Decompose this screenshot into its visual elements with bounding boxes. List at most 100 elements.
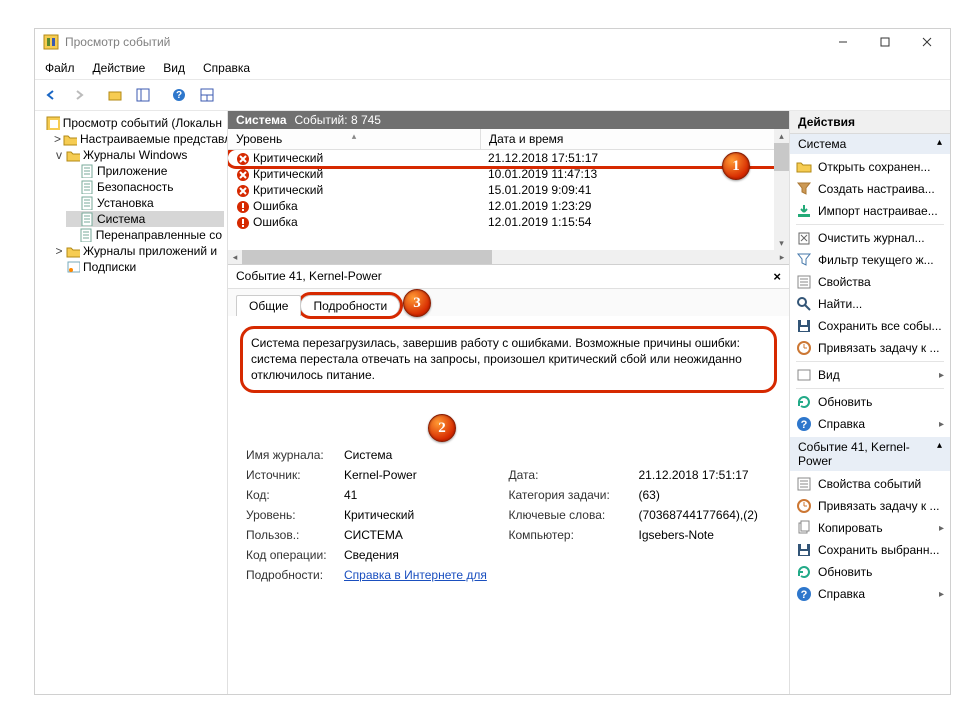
event-row[interactable]: Критический21.12.2018 17:51:17 (228, 150, 789, 166)
event-datetime: 12.01.2019 1:23:29 (480, 198, 789, 214)
forward-button[interactable] (67, 83, 91, 107)
expand-icon[interactable] (54, 260, 64, 274)
toolbar: ? (35, 79, 950, 111)
sort-indicator-icon: ▴ (352, 131, 357, 142)
tab-general[interactable]: Общие (236, 295, 301, 316)
scroll-left-icon[interactable]: ◂ (228, 250, 242, 264)
menu-help[interactable]: Справка (199, 59, 254, 77)
scroll-right-icon[interactable]: ▸ (775, 250, 789, 264)
menu-view[interactable]: Вид (159, 59, 189, 77)
action-item[interactable]: Привязать задачу к ... (792, 495, 948, 517)
action-label: Обновить (818, 395, 872, 409)
tree-item[interactable]: >Журналы приложений и (52, 243, 224, 259)
toolbar-panel-button[interactable] (131, 83, 155, 107)
tree-item[interactable]: >Настраиваемые представл (52, 131, 224, 147)
collapse-icon[interactable]: ▴ (937, 440, 942, 468)
sub-icon (66, 260, 80, 274)
action-item[interactable]: Привязать задачу к ... (792, 337, 948, 359)
tab-details[interactable]: Подробности (300, 295, 400, 316)
event-row[interactable]: Критический15.01.2019 9:09:41 (228, 182, 789, 198)
center-header: Система Событий: 8 745 (228, 111, 789, 129)
tree-item[interactable]: Установка (66, 195, 224, 211)
log-icon (80, 196, 94, 210)
close-button[interactable] (906, 30, 948, 54)
expand-icon[interactable] (68, 180, 78, 194)
action-item[interactable]: Очистить журнал... (792, 227, 948, 249)
tree-item[interactable]: Просмотр событий (Локальн (38, 115, 224, 131)
event-fields: Имя журнала:Система Источник:Kernel-Powe… (240, 439, 777, 585)
action-item[interactable]: Свойства событий (792, 473, 948, 495)
tree-item[interactable]: Система (66, 211, 224, 227)
action-label: Создать настраива... (818, 182, 935, 196)
horizontal-scrollbar[interactable]: ◂ ▸ (228, 250, 789, 264)
action-item[interactable]: Импорт настраивае... (792, 200, 948, 222)
action-item[interactable]: Найти... (792, 293, 948, 315)
scroll-down-icon[interactable]: ▾ (774, 236, 789, 250)
action-item[interactable]: Создать настраива... (792, 178, 948, 200)
expand-icon[interactable] (68, 196, 78, 210)
action-item[interactable]: Открыть сохранен... (792, 156, 948, 178)
menu-action[interactable]: Действие (89, 59, 150, 77)
expand-icon[interactable]: > (54, 244, 64, 258)
tree-item-label: Журналы Windows (83, 148, 187, 162)
action-item[interactable]: Обновить (792, 391, 948, 413)
toolbar-layout-button[interactable] (195, 83, 219, 107)
menu-file[interactable]: Файл (41, 59, 79, 77)
tree-item[interactable]: Приложение (66, 163, 224, 179)
svg-text:?: ? (801, 589, 808, 601)
maximize-button[interactable] (864, 30, 906, 54)
action-item[interactable]: Сохранить все собы... (792, 315, 948, 337)
expand-icon[interactable] (40, 116, 44, 130)
detail-close-button[interactable]: × (773, 269, 781, 284)
scroll-up-icon[interactable]: ▴ (774, 129, 789, 143)
expand-icon[interactable] (68, 228, 77, 242)
action-item[interactable]: Фильтр текущего ж... (792, 249, 948, 271)
task-icon (796, 340, 812, 356)
event-row[interactable]: Ошибка12.01.2019 1:15:54 (228, 214, 789, 230)
expand-icon[interactable]: v (54, 148, 64, 162)
toolbar-explore-button[interactable] (103, 83, 127, 107)
app-icon (43, 34, 59, 50)
section-title: Система (236, 113, 287, 127)
expand-icon[interactable] (68, 212, 78, 226)
expand-icon[interactable] (68, 164, 78, 178)
online-help-link[interactable]: Справка в Интернете для (344, 568, 487, 582)
event-row[interactable]: Критический10.01.2019 11:47:13 (228, 166, 789, 182)
event-row[interactable]: Ошибка12.01.2019 1:23:29 (228, 198, 789, 214)
action-item[interactable]: ?Справка (792, 583, 948, 605)
vertical-scrollbar[interactable]: ▴ ▾ (774, 129, 789, 250)
expand-icon[interactable]: > (54, 132, 61, 146)
action-item[interactable]: Копировать (792, 517, 948, 539)
toolbar-help-button[interactable]: ? (167, 83, 191, 107)
minimize-button[interactable] (822, 30, 864, 54)
tree-item[interactable]: Безопасность (66, 179, 224, 195)
folder-icon (66, 244, 80, 258)
log-icon (80, 164, 94, 178)
props-icon (796, 274, 812, 290)
col-level[interactable]: Уровень▴ (228, 129, 481, 149)
tree-item[interactable]: v Журналы Windows (52, 147, 224, 163)
actions-section-system[interactable]: Система▴ (790, 134, 950, 154)
back-button[interactable] (39, 83, 63, 107)
action-item[interactable]: Свойства (792, 271, 948, 293)
action-item[interactable]: Обновить (792, 561, 948, 583)
action-item[interactable]: ?Справка (792, 413, 948, 435)
save-icon (796, 318, 812, 334)
event-list: Уровень▴ Дата и время Критический21.12.2… (228, 129, 789, 265)
tree-item[interactable]: Подписки (52, 259, 224, 275)
action-item[interactable]: Вид (792, 364, 948, 386)
refresh-icon (796, 394, 812, 410)
critical-icon (236, 168, 249, 181)
actions-section-event[interactable]: Событие 41, Kernel-Power▴ (790, 437, 950, 471)
tree-item-label: Просмотр событий (Локальн (63, 116, 222, 130)
action-item[interactable]: Сохранить выбранн... (792, 539, 948, 561)
critical-icon (236, 184, 249, 197)
col-datetime[interactable]: Дата и время (481, 129, 789, 149)
tree-item-label: Установка (97, 196, 154, 210)
tree-item[interactable]: Перенаправленные со (66, 227, 224, 243)
nav-tree: Просмотр событий (Локальн>Настраиваемые … (35, 111, 228, 694)
action-label: Сохранить все собы... (818, 319, 942, 333)
collapse-icon[interactable]: ▴ (937, 137, 942, 151)
help-icon: ? (796, 416, 812, 432)
event-level: Критический (253, 151, 323, 165)
